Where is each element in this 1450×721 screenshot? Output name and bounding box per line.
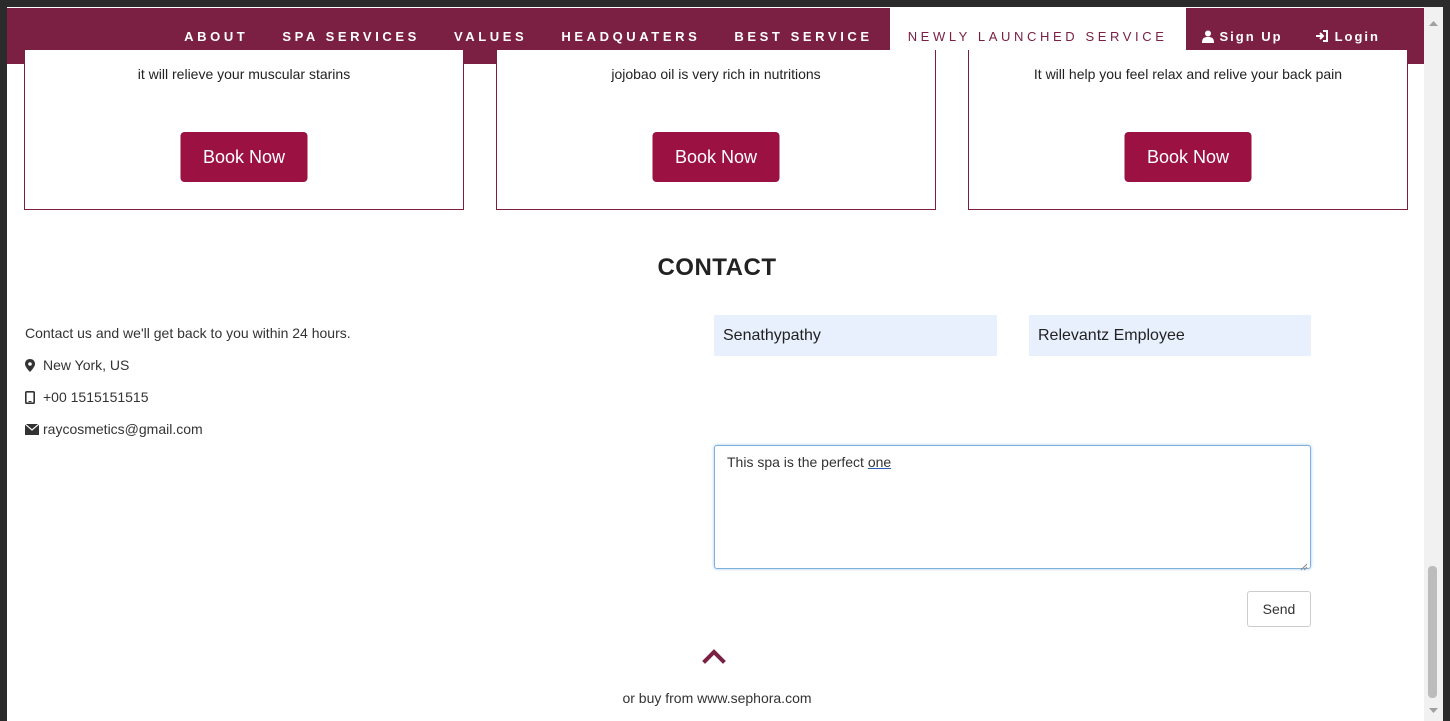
resize-grip-icon[interactable] xyxy=(1300,558,1308,571)
user-icon xyxy=(1201,30,1214,43)
contact-title: CONTACT xyxy=(657,254,777,281)
book-now-button[interactable]: Book Now xyxy=(1124,132,1252,182)
contact-intro: Contact us and we'll get back to you wit… xyxy=(25,325,351,341)
map-marker-icon xyxy=(25,358,39,372)
scrollbar-thumb[interactable] xyxy=(1428,566,1437,698)
scroll-to-top-chevron-icon[interactable] xyxy=(702,648,726,664)
book-now-button[interactable]: Book Now xyxy=(652,132,780,182)
book-now-button[interactable]: Book Now xyxy=(180,132,308,182)
message-text-underlined: one xyxy=(867,454,892,470)
footer-text: or buy from www.sephora.com xyxy=(622,690,812,706)
service-card: It will help you feel relax and relive y… xyxy=(968,50,1408,210)
login-icon xyxy=(1315,30,1329,42)
phone-text: +00 1515151515 xyxy=(43,389,149,405)
card-description: it will relieve your muscular starins xyxy=(137,66,351,82)
card-description: jojobao oil is very rich in nutritions xyxy=(611,66,821,82)
vertical-scrollbar[interactable] xyxy=(1424,7,1443,721)
phone-icon xyxy=(25,390,39,404)
scroll-down-arrow-icon[interactable] xyxy=(1428,703,1439,713)
envelope-icon xyxy=(25,423,39,435)
send-button[interactable]: Send xyxy=(1247,591,1311,627)
name-input[interactable]: Senathypathy xyxy=(714,315,997,356)
contact-location: New York, US xyxy=(25,349,351,381)
scroll-up-arrow-icon[interactable] xyxy=(1428,15,1439,26)
signup-label: Sign Up xyxy=(1219,28,1283,44)
card-description: It will help you feel relax and relive y… xyxy=(1033,66,1343,82)
message-text: This spa is the perfect xyxy=(727,454,868,470)
location-text: New York, US xyxy=(43,357,130,373)
email-text: raycosmetics@gmail.com xyxy=(43,421,203,437)
login-label: Login xyxy=(1334,28,1380,44)
contact-phone: +00 1515151515 xyxy=(25,381,351,413)
service-card: jojobao oil is very rich in nutritions B… xyxy=(496,50,936,210)
message-textarea[interactable]: This spa is the perfect one xyxy=(714,445,1311,571)
service-card: it will relieve your muscular starins Bo… xyxy=(24,50,464,210)
contact-info: Contact us and we'll get back to you wit… xyxy=(25,317,351,445)
contact-email: raycosmetics@gmail.com xyxy=(25,413,351,445)
window-edge xyxy=(1443,0,1450,721)
email-input[interactable]: Relevantz Employee xyxy=(1029,315,1311,356)
